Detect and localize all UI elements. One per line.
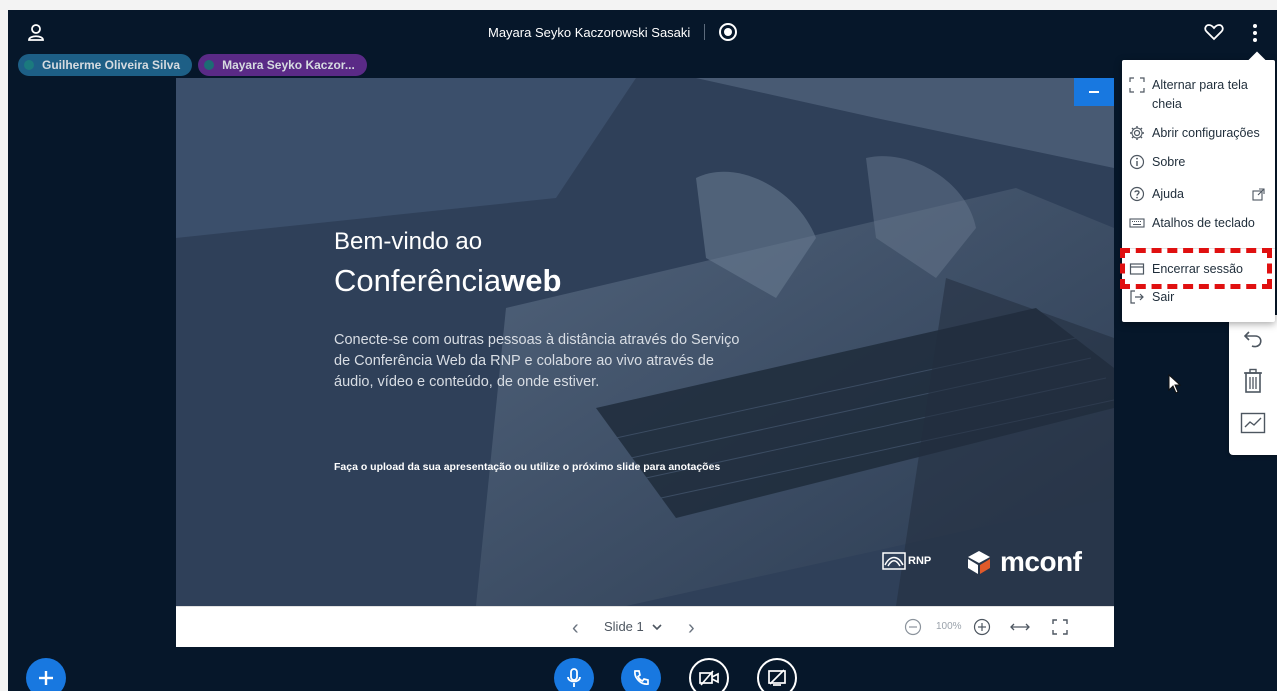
plus-icon bbox=[39, 671, 53, 685]
logout-icon bbox=[1130, 290, 1144, 304]
conference-app: Mayara Seyko Kaczorowski Sasaki Guilherm… bbox=[8, 10, 1277, 691]
microphone-icon bbox=[567, 668, 581, 687]
presentation-toolbar: ‹ Slide 1 › 100% bbox=[176, 606, 1114, 647]
menu-item-label: Sair bbox=[1152, 290, 1175, 304]
slide-label: Slide 1 bbox=[604, 619, 644, 634]
zoom-level[interactable]: 100% bbox=[936, 621, 962, 632]
talker-avatar-dot bbox=[204, 60, 215, 70]
menu-item-end-session[interactable]: Encerrar sessão bbox=[1122, 260, 1275, 279]
actions-plus-button[interactable] bbox=[26, 658, 66, 691]
menu-item-label: Ajuda bbox=[1152, 187, 1184, 201]
mconf-cube-icon bbox=[968, 551, 990, 574]
zoom-in-icon[interactable] bbox=[973, 618, 991, 636]
minus-icon bbox=[1089, 91, 1099, 93]
undo-icon[interactable] bbox=[1239, 323, 1267, 355]
kebab-menu-icon[interactable] bbox=[1248, 22, 1262, 44]
whiteboard-toolbar bbox=[1229, 315, 1277, 455]
trash-icon[interactable] bbox=[1239, 365, 1267, 397]
chevron-down-icon bbox=[652, 623, 662, 630]
slide-heading: Bem-vindo ao bbox=[334, 228, 483, 255]
audio-phone-button[interactable] bbox=[621, 658, 661, 691]
slide-selector[interactable]: Slide 1 bbox=[604, 619, 662, 634]
presenter-name: Mayara Seyko Kaczorowski Sasaki bbox=[488, 24, 691, 40]
talking-indicator: Guilherme Oliveira Silva Mayara Seyko Ka… bbox=[18, 54, 367, 76]
brand-title-light: Conferência bbox=[334, 263, 502, 298]
zoom-out-icon[interactable] bbox=[904, 618, 922, 636]
screen-share-off-button[interactable] bbox=[757, 658, 797, 691]
user-list-toggle[interactable] bbox=[26, 22, 46, 42]
options-dropdown-menu: Alternar para tela cheia Abrir configura… bbox=[1122, 60, 1275, 322]
mouse-cursor-icon bbox=[1168, 374, 1182, 394]
talker-badge[interactable]: Guilherme Oliveira Silva bbox=[18, 54, 193, 76]
rnp-logo: RNP bbox=[882, 551, 931, 571]
info-icon bbox=[1129, 154, 1145, 170]
next-slide-button[interactable]: › bbox=[688, 617, 702, 639]
screen-share-off-icon bbox=[768, 669, 786, 686]
talker-badge[interactable]: Mayara Seyko Kaczor... bbox=[198, 54, 367, 76]
mconf-logo-text: mconf bbox=[1000, 546, 1082, 577]
slide-note: Faça o upload da sua apresentação ou uti… bbox=[334, 461, 721, 473]
multi-user-icon[interactable] bbox=[1239, 407, 1267, 439]
video-off-button[interactable] bbox=[689, 658, 729, 691]
menu-item-fullscreen[interactable]: Alternar para tela cheia bbox=[1122, 76, 1275, 114]
menu-item-label: Abrir configurações bbox=[1152, 126, 1260, 140]
gear-icon bbox=[1130, 126, 1144, 140]
end-session-icon bbox=[1129, 263, 1145, 275]
menu-item-help[interactable]: Ajuda bbox=[1122, 185, 1275, 204]
presentation-area: Bem-vindo ao Conferênciaweb Conecte-se c… bbox=[176, 78, 1114, 647]
menu-item-label: Encerrar sessão bbox=[1152, 262, 1244, 276]
fit-to-width-icon[interactable] bbox=[1008, 618, 1032, 636]
video-off-icon bbox=[699, 670, 719, 686]
menu-divider bbox=[1122, 248, 1275, 249]
menu-item-label: Alternar para tela cheia bbox=[1152, 78, 1248, 111]
previous-slide-button[interactable]: ‹ bbox=[572, 617, 586, 639]
external-link-icon bbox=[1252, 188, 1265, 201]
presentation-title-bar: Mayara Seyko Kaczorowski Sasaki bbox=[488, 20, 738, 44]
phone-icon bbox=[634, 670, 649, 685]
user-icon bbox=[28, 24, 44, 41]
slide-brand-title: Conferênciaweb bbox=[334, 263, 561, 299]
talker-name: Mayara Seyko Kaczor... bbox=[222, 58, 355, 72]
microphone-button[interactable] bbox=[554, 658, 594, 691]
title-divider bbox=[704, 24, 706, 40]
slide-canvas[interactable]: Bem-vindo ao Conferênciaweb Conecte-se c… bbox=[176, 78, 1114, 606]
menu-item-shortcuts[interactable]: Atalhos de teclado bbox=[1122, 214, 1275, 233]
talker-avatar-dot bbox=[24, 60, 34, 70]
keyboard-icon bbox=[1129, 218, 1145, 228]
brand-title-bold: web bbox=[501, 263, 562, 298]
menu-item-label: Atalhos de teclado bbox=[1152, 216, 1255, 230]
heart-icon[interactable] bbox=[1204, 23, 1224, 41]
menu-item-settings[interactable]: Abrir configurações bbox=[1122, 124, 1275, 143]
mconf-logo: mconf bbox=[966, 546, 1082, 578]
fullscreen-icon bbox=[1129, 77, 1145, 93]
menu-item-about[interactable]: Sobre bbox=[1122, 153, 1275, 172]
menu-item-logout[interactable]: Sair bbox=[1122, 288, 1275, 307]
rnp-logo-text: RNP bbox=[908, 555, 932, 567]
help-icon bbox=[1129, 186, 1145, 202]
slide-body-text: Conecte-se com outras pessoas à distânci… bbox=[334, 332, 740, 390]
talker-name: Guilherme Oliveira Silva bbox=[42, 58, 181, 72]
record-icon[interactable] bbox=[719, 23, 738, 41]
minimize-presentation-button[interactable] bbox=[1074, 78, 1114, 106]
rnp-icon bbox=[882, 552, 906, 570]
menu-item-label: Sobre bbox=[1152, 155, 1186, 169]
fullscreen-icon[interactable] bbox=[1051, 618, 1069, 636]
